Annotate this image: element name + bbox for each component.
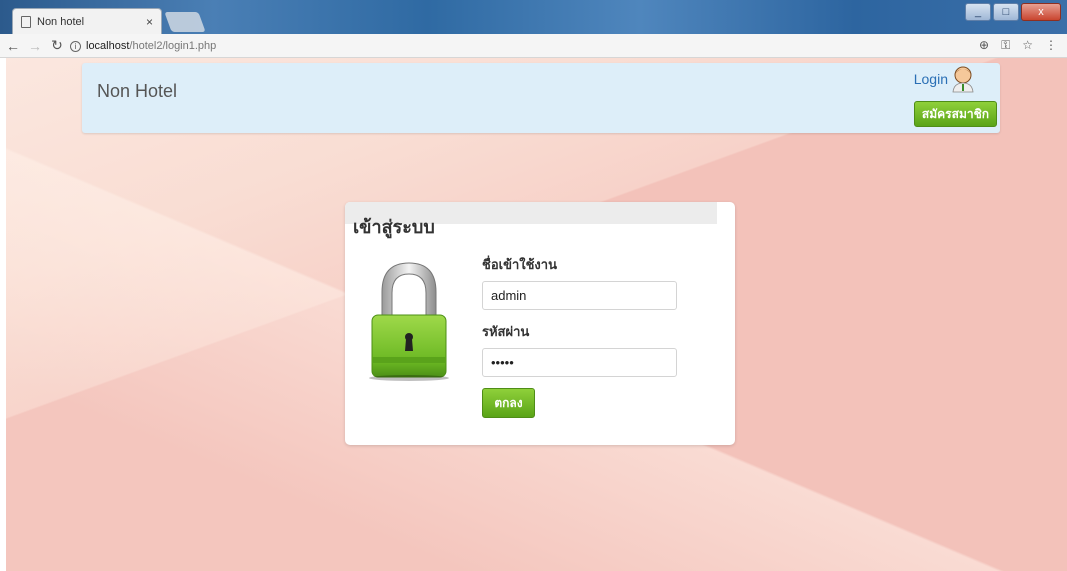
info-icon[interactable]: i xyxy=(70,40,81,52)
tab-close-icon[interactable]: × xyxy=(146,15,153,29)
site-brand[interactable]: Non Hotel xyxy=(97,81,177,102)
browser-toolbar: ← → ↻ i localhost /hotel2/login1.php ⊕ ⚿… xyxy=(0,34,1067,58)
site-header: Non Hotel Login สมัครสมาชิก xyxy=(82,63,1000,133)
register-button[interactable]: สมัครสมาชิก xyxy=(913,101,997,127)
zoom-icon[interactable]: ⊕ xyxy=(979,38,989,53)
reload-icon[interactable]: ↻ xyxy=(48,37,66,54)
new-tab-button[interactable] xyxy=(164,12,206,32)
maximize-button[interactable]: □ xyxy=(993,3,1019,21)
page-viewport: Non Hotel Login สมัครสมาชิก เข้าสู่ระบบ xyxy=(6,58,1067,571)
login-link[interactable]: Login xyxy=(914,71,948,87)
tab-title: Non hotel xyxy=(37,15,85,28)
window-controls: _ □ x xyxy=(965,3,1061,21)
key-icon[interactable]: ⚿ xyxy=(1001,38,1010,53)
page-icon xyxy=(21,15,31,28)
padlock-icon xyxy=(369,262,449,381)
username-input[interactable] xyxy=(482,281,677,310)
address-bar[interactable]: i localhost /hotel2/login1.php xyxy=(70,36,970,56)
browser-titlebar: Non hotel × _ □ x xyxy=(0,0,1067,34)
toolbar-actions: ⊕ ⚿ ☆ ⋮ xyxy=(979,38,1057,53)
minimize-button[interactable]: _ xyxy=(965,3,991,21)
username-label: ชื่อเข้าใช้งาน xyxy=(482,257,557,272)
star-icon[interactable]: ☆ xyxy=(1022,38,1033,53)
submit-button[interactable]: ตกลง xyxy=(482,388,535,418)
back-icon[interactable]: ← xyxy=(4,38,22,54)
password-label: รหัสผ่าน xyxy=(482,324,530,339)
user-avatar-icon[interactable] xyxy=(950,65,976,93)
url-path: /hotel2/login1.php xyxy=(129,40,217,52)
login-title: เข้าสู่ระบบ xyxy=(353,217,435,237)
forward-icon[interactable]: → xyxy=(26,38,44,54)
url-host: localhost xyxy=(86,40,130,52)
password-input[interactable] xyxy=(482,348,677,377)
close-window-button[interactable]: x xyxy=(1021,3,1061,21)
browser-tab[interactable]: Non hotel × xyxy=(12,8,162,34)
menu-icon[interactable]: ⋮ xyxy=(1045,38,1057,53)
login-card: เข้าสู่ระบบ ชื่อเข้าใช้งาน admin รหัสผ่า… xyxy=(345,202,735,445)
